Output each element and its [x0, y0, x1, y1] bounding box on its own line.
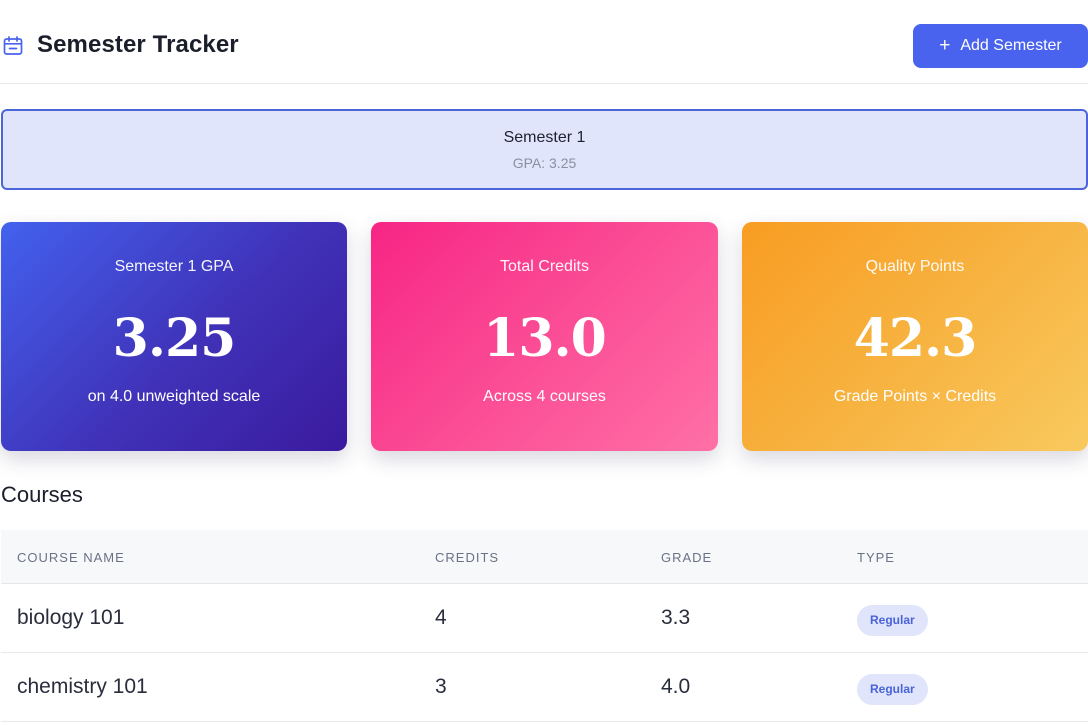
semester-tracker-page: Semester Tracker + Add Semester Semester…	[0, 0, 1088, 725]
course-name-cell: biology 101	[17, 606, 125, 629]
grade-cell: 4.0	[661, 675, 691, 698]
credits-stat-value: 13.0	[483, 308, 607, 369]
page-header: Semester Tracker + Add Semester	[0, 0, 1088, 84]
gpa-stat-label: Semester 1 GPA	[114, 258, 234, 275]
quality-points-stat-card: Quality Points 42.3 Grade Points × Credi…	[742, 222, 1088, 451]
gpa-stat-card: Semester 1 GPA 3.25 on 4.0 unweighted sc…	[1, 222, 347, 451]
table-row[interactable]: chemistry 101 3 4.0 Regular	[1, 653, 1088, 722]
add-semester-label: Add Semester	[960, 37, 1062, 54]
column-header-type: Type	[857, 550, 895, 565]
gpa-stat-value: 3.25	[112, 308, 237, 369]
plus-icon: +	[939, 34, 951, 56]
quality-points-stat-label: Quality Points	[865, 258, 965, 275]
course-name-cell: chemistry 101	[17, 675, 148, 698]
gpa-stat-subtext: on 4.0 unweighted scale	[87, 388, 261, 405]
semester-card-1[interactable]: Semester 1 GPA: 3.25	[1, 109, 1088, 190]
credits-cell: 4	[435, 606, 447, 629]
credits-stat-card: Total Credits 13.0 Across 4 courses	[371, 222, 718, 451]
credits-stat-label: Total Credits	[500, 258, 589, 275]
course-type-badge: Regular	[857, 674, 928, 705]
quality-points-stat-value: 42.3	[853, 308, 978, 369]
grade-cell: 3.3	[661, 606, 691, 629]
calendar-icon	[3, 36, 23, 55]
semester-gpa: GPA: 3.25	[512, 155, 577, 171]
page-title: Semester Tracker	[37, 31, 239, 58]
credits-stat-subtext: Across 4 courses	[483, 388, 606, 405]
table-header: Course Name Credits Grade Type	[1, 530, 1088, 584]
quality-points-stat-subtext: Grade Points × Credits	[833, 388, 997, 405]
add-semester-button[interactable]: + Add Semester	[913, 24, 1088, 68]
credits-cell: 3	[435, 675, 447, 698]
course-type-badge: Regular	[857, 605, 928, 636]
column-header-credits: Credits	[435, 550, 500, 565]
table-row[interactable]: biology 101 4 3.3 Regular	[1, 584, 1088, 653]
column-header-course-name: Course Name	[17, 550, 125, 565]
column-header-grade: Grade	[661, 550, 713, 565]
semester-name: Semester 1	[503, 129, 586, 146]
courses-heading: Courses	[1, 482, 83, 507]
courses-table: Course Name Credits Grade Type biology 1…	[1, 530, 1088, 722]
